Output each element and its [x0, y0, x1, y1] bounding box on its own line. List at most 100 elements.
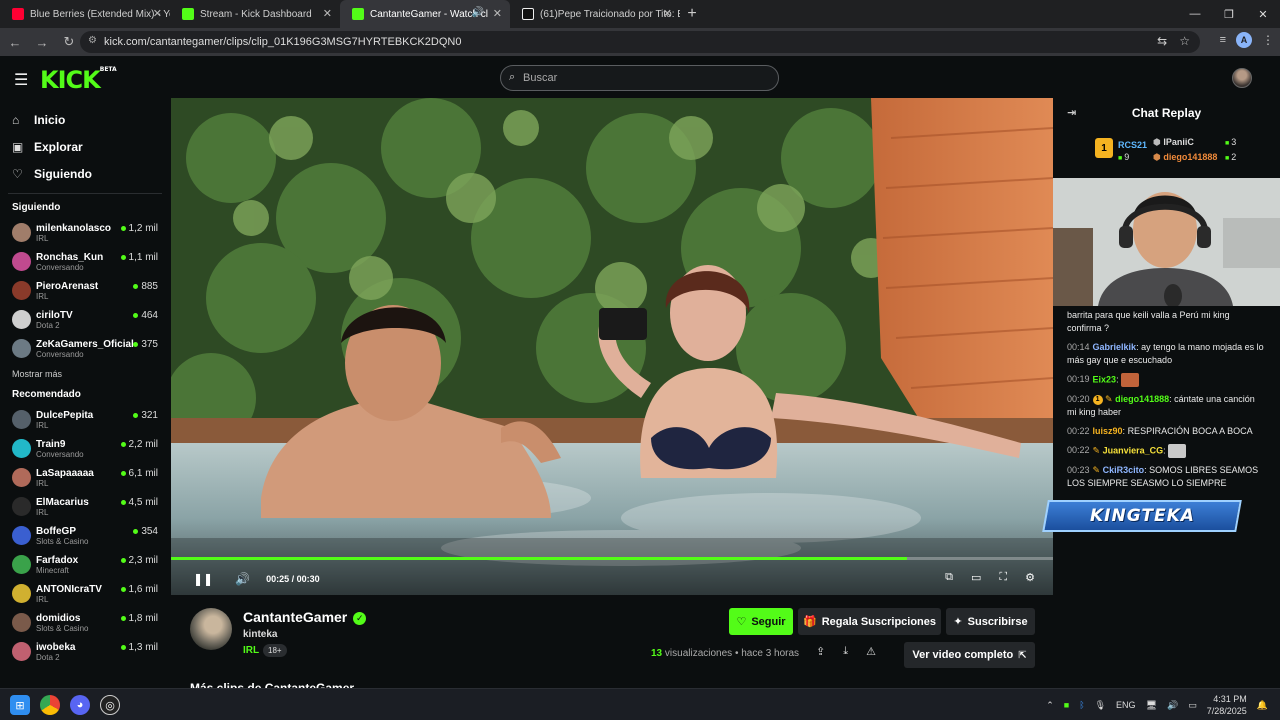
- search-input[interactable]: ⌕ Buscar: [500, 65, 779, 91]
- back-icon[interactable]: ←: [3, 30, 27, 54]
- sidebar-channel[interactable]: iwobeka Dota 2 1,3 mil: [0, 637, 170, 666]
- close-icon[interactable]: ✕: [493, 7, 502, 20]
- microphone-icon[interactable]: 🎙: [1095, 700, 1106, 711]
- profile-avatar[interactable]: A: [1236, 32, 1252, 48]
- bluetooth-icon[interactable]: ᛒ: [1079, 700, 1084, 710]
- fullscreen-icon[interactable]: ⛶: [999, 571, 1007, 584]
- notifications-icon[interactable]: 🔔: [1257, 700, 1268, 711]
- reading-list-icon[interactable]: ≡: [1220, 34, 1226, 46]
- collapse-chat-icon[interactable]: ⇥: [1067, 106, 1076, 119]
- channel-avatar[interactable]: [190, 608, 232, 650]
- browser-tab-3[interactable]: CantanteGamer - Watch cl 🔊 ✕: [340, 0, 510, 28]
- report-icon[interactable]: ⚠: [866, 645, 876, 658]
- address-bar[interactable]: ⚙ kick.com/cantantegamer/clips/clip_01K1…: [80, 31, 1200, 53]
- follow-button[interactable]: ♡ Seguir: [729, 608, 793, 635]
- sidebar-channel[interactable]: LaSapaaaaa IRL 6,1 mil: [0, 463, 170, 492]
- tray-app-icon[interactable]: ■: [1064, 700, 1069, 710]
- subscribe-button[interactable]: ✦ Suscribirse: [946, 608, 1035, 635]
- picture-in-picture-icon[interactable]: ⧉: [945, 571, 953, 584]
- chat-leaderboard: 1 RCS21 9 ⬢ IPaniiC 3 ⬢ diego141888 2: [1053, 128, 1280, 178]
- sound-icon[interactable]: 🔊: [1167, 700, 1178, 711]
- close-icon[interactable]: ✕: [153, 7, 162, 20]
- channel-category: Dota 2: [36, 653, 60, 662]
- chrome-icon[interactable]: [40, 695, 60, 715]
- discord-icon[interactable]: ◕: [70, 695, 90, 715]
- translate-icon[interactable]: ⇆: [1157, 34, 1167, 48]
- nav-inicio[interactable]: ⌂ Inicio: [0, 106, 170, 133]
- download-icon[interactable]: ⤓: [843, 645, 848, 658]
- sidebar-channel[interactable]: ZeKaGamers_Oficial Conversando 375: [0, 334, 170, 363]
- browser-tab-2[interactable]: Stream - Kick Dashboard ✕: [170, 0, 340, 28]
- restore-icon[interactable]: ❐: [1212, 0, 1246, 28]
- new-tab-button[interactable]: +: [680, 0, 704, 28]
- taskbar-clock[interactable]: 4:31 PM 7/28/2025: [1207, 693, 1247, 717]
- viewer-count: 2,3 mil: [121, 555, 158, 566]
- show-more-link[interactable]: Mostrar más: [0, 363, 170, 385]
- channel-avatar: [12, 468, 31, 487]
- chevron-up-icon[interactable]: ⌃: [1046, 700, 1054, 711]
- close-window-icon[interactable]: ✕: [1246, 0, 1280, 28]
- channel-name[interactable]: CantanteGamer ✓: [243, 609, 367, 625]
- watch-full-video-button[interactable]: Ver video completo ⇱: [904, 642, 1035, 668]
- webcam-image: [1053, 178, 1280, 306]
- windows-start-icon[interactable]: ⊞: [10, 695, 30, 715]
- forward-icon[interactable]: →: [30, 30, 54, 54]
- reload-icon[interactable]: ↻: [57, 30, 81, 54]
- kick-logo[interactable]: KICKBETA: [40, 66, 117, 94]
- menu-icon[interactable]: ☰: [14, 70, 28, 90]
- browser-tab-1[interactable]: Blue Berries (Extended Mix) - Yo ✕: [0, 0, 170, 28]
- obs-icon[interactable]: ◎: [100, 695, 120, 715]
- message-username[interactable]: Eix23: [1093, 374, 1117, 384]
- sidebar-channel[interactable]: milenkanolasco IRL 1,2 mil: [0, 218, 170, 247]
- browser-tab-4[interactable]: (61)Pepe Traicionado por Tito: E ✕: [510, 0, 680, 28]
- site-info-icon[interactable]: ⚙: [88, 35, 97, 46]
- leader-name[interactable]: ⬢ IPaniiC: [1153, 137, 1194, 148]
- sidebar-channel[interactable]: DulcePepita IRL 321: [0, 405, 170, 434]
- volume-icon[interactable]: 🔊: [235, 572, 250, 586]
- viewer-count: 464: [133, 310, 158, 321]
- sidebar-channel[interactable]: ElMacarius IRL 4,5 mil: [0, 492, 170, 521]
- battery-icon[interactable]: ▭: [1188, 700, 1197, 711]
- close-icon[interactable]: ✕: [323, 7, 332, 20]
- sidebar-channel[interactable]: BoffeGP Slots & Casino 354: [0, 521, 170, 550]
- leader-name[interactable]: RCS21: [1118, 140, 1147, 150]
- network-icon[interactable]: 🖥: [1146, 700, 1157, 711]
- video-progress-bar[interactable]: [171, 557, 1053, 560]
- video-player[interactable]: ❚❚ 🔊 00:25 / 00:30 ⧉ ▭ ⛶ ⚙: [171, 98, 1053, 595]
- category-link[interactable]: IRL: [243, 645, 259, 656]
- nav-siguiendo[interactable]: ♡ Siguiendo: [0, 160, 170, 187]
- channel-category: Conversando: [36, 450, 84, 459]
- user-avatar[interactable]: [1232, 68, 1252, 88]
- sidebar-channel[interactable]: PieroArenast IRL 885: [0, 276, 170, 305]
- rank-one-badge: 1: [1095, 138, 1113, 158]
- language-indicator[interactable]: ENG: [1116, 700, 1136, 710]
- message-username[interactable]: CkiR3cito: [1103, 465, 1145, 475]
- theater-mode-icon[interactable]: ▭: [971, 571, 981, 584]
- more-menu-icon[interactable]: ⋮: [1262, 33, 1274, 47]
- share-icon[interactable]: ⇪: [816, 645, 825, 658]
- leader-name[interactable]: ⬢ diego141888: [1153, 152, 1217, 163]
- message-username[interactable]: luisz90: [1093, 426, 1123, 436]
- full-video-label: Ver video completo: [912, 649, 1014, 661]
- sidebar-channel[interactable]: domidios Slots & Casino 1,8 mil: [0, 608, 170, 637]
- nav-explorar[interactable]: ▣ Explorar: [0, 133, 170, 160]
- sidebar-channel[interactable]: ciriloTV Dota 2 464: [0, 305, 170, 334]
- bookmark-star-icon[interactable]: ☆: [1179, 34, 1190, 48]
- message-username[interactable]: Juanviera_CG: [1103, 445, 1164, 455]
- pencil-badge-icon: ✎: [1092, 465, 1101, 475]
- settings-icon[interactable]: ⚙: [1025, 571, 1035, 584]
- posted-time: hace 3 horas: [741, 648, 800, 659]
- sidebar-channel[interactable]: Farfadox Minecraft 2,3 mil: [0, 550, 170, 579]
- sidebar-channel[interactable]: Train9 Conversando 2,2 mil: [0, 434, 170, 463]
- clip-username[interactable]: kinteka: [243, 629, 277, 640]
- message-username[interactable]: diego141888: [1115, 394, 1169, 404]
- sidebar-channel[interactable]: ANTONIcraTV IRL 1,6 mil: [0, 579, 170, 608]
- close-icon[interactable]: ✕: [663, 7, 672, 20]
- speaker-icon[interactable]: 🔊: [472, 7, 484, 18]
- message-username[interactable]: Gabrielkik: [1093, 342, 1137, 352]
- minimize-icon[interactable]: —: [1178, 0, 1212, 28]
- nav-label: Explorar: [34, 139, 83, 154]
- sidebar-channel[interactable]: Ronchas_Kun Conversando 1,1 mil: [0, 247, 170, 276]
- pause-icon[interactable]: ❚❚: [193, 572, 213, 586]
- gift-subs-button[interactable]: 🎁 Regala Suscripciones: [798, 608, 941, 635]
